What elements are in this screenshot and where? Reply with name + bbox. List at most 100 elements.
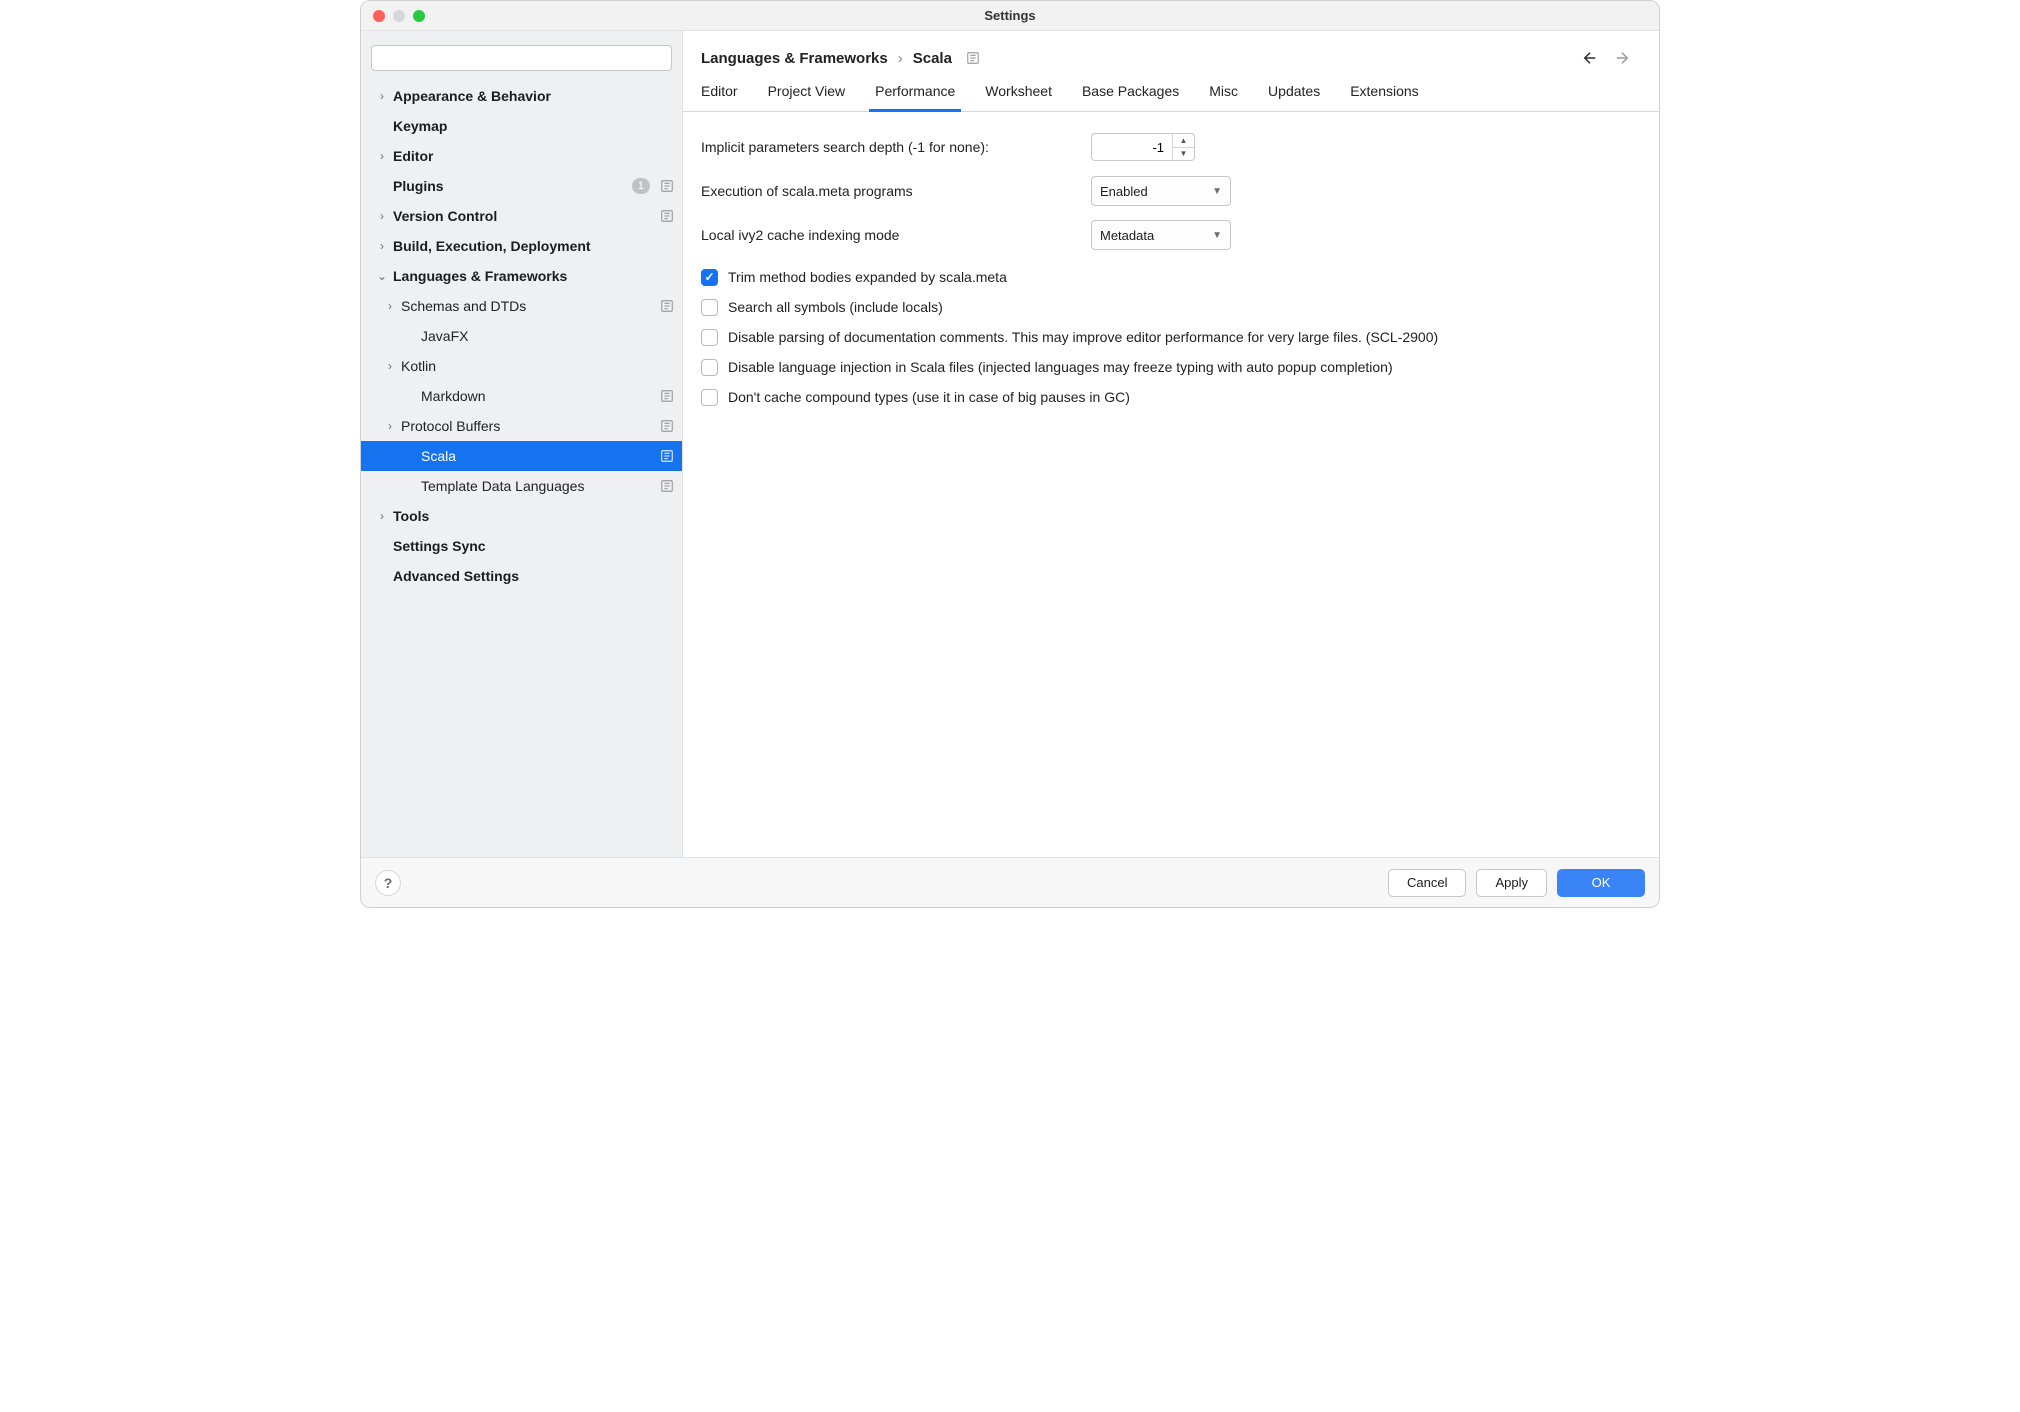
sidebar-item[interactable]: Markdown [361, 381, 682, 411]
sidebar-item-label: Appearance & Behavior [393, 88, 674, 104]
body: ›Appearance & BehaviorKeymap›EditorPlugi… [361, 31, 1659, 857]
scala-meta-exec-select[interactable]: Enabled ▼ [1091, 176, 1231, 206]
tab[interactable]: Misc [1209, 83, 1238, 111]
spinner-up[interactable]: ▲ [1173, 134, 1194, 147]
tree-arrow-icon: › [383, 419, 397, 433]
spinner-stepper: ▲ ▼ [1172, 134, 1194, 160]
tab[interactable]: Base Packages [1082, 83, 1179, 111]
tab[interactable]: Updates [1268, 83, 1320, 111]
search-input[interactable] [371, 45, 672, 71]
checkbox-row: Search all symbols (include locals) [701, 292, 1641, 322]
sidebar-item[interactable]: ›Version Control [361, 201, 682, 231]
tree-arrow-icon: › [383, 359, 397, 373]
sidebar-item[interactable]: › Kotlin [361, 351, 682, 381]
checkbox-row: Disable language injection in Scala file… [701, 352, 1641, 382]
tab[interactable]: Performance [875, 83, 955, 111]
tree-arrow-icon: › [375, 239, 389, 253]
ivy2-mode-select[interactable]: Metadata ▼ [1091, 220, 1231, 250]
sidebar-item[interactable]: Plugins1 [361, 171, 682, 201]
breadcrumb: Languages & Frameworks › Scala [701, 50, 980, 67]
project-scope-icon [660, 179, 674, 193]
sidebar-item[interactable]: Template Data Languages [361, 471, 682, 501]
sidebar-item-label: Protocol Buffers [401, 418, 656, 434]
breadcrumb-current: Scala [913, 50, 952, 67]
checkboxes: Trim method bodies expanded by scala.met… [701, 262, 1641, 412]
tree-arrow-icon: › [383, 299, 397, 313]
window-title: Settings [361, 8, 1659, 23]
tree-arrow-icon: ⌄ [375, 269, 389, 283]
sidebar-item-label: Languages & Frameworks [393, 268, 674, 284]
checkbox[interactable] [701, 299, 718, 316]
sidebar-item-label: Version Control [393, 208, 656, 224]
tab[interactable]: Project View [768, 83, 846, 111]
nav-back-icon[interactable] [1581, 49, 1599, 67]
project-scope-icon [660, 449, 674, 463]
breadcrumb-separator: › [898, 50, 903, 67]
sidebar-tree: ›Appearance & BehaviorKeymap›EditorPlugi… [361, 81, 682, 857]
sidebar-item-label: Kotlin [401, 358, 674, 374]
project-scope-icon [660, 299, 674, 313]
sidebar-item-label: Keymap [393, 118, 674, 134]
checkbox-row: Disable parsing of documentation comment… [701, 322, 1641, 352]
implicit-depth-spinner[interactable]: ▲ ▼ [1091, 133, 1195, 161]
ok-button[interactable]: OK [1557, 869, 1645, 897]
sidebar-item-label: Plugins [393, 178, 632, 194]
sidebar-item[interactable]: › Protocol Buffers [361, 411, 682, 441]
footer: ? Cancel Apply OK [361, 857, 1659, 907]
sidebar-item[interactable]: ›Tools [361, 501, 682, 531]
sidebar-item-label: Settings Sync [393, 538, 674, 554]
checkbox[interactable] [701, 389, 718, 406]
form: Implicit parameters search depth (-1 for… [683, 112, 1659, 430]
sidebar-item[interactable]: JavaFX [361, 321, 682, 351]
project-scope-icon [660, 479, 674, 493]
implicit-depth-input[interactable] [1092, 134, 1172, 160]
checkbox-row: Trim method bodies expanded by scala.met… [701, 262, 1641, 292]
chevron-down-icon: ▼ [1212, 230, 1222, 241]
help-button[interactable]: ? [375, 870, 401, 896]
sidebar-item[interactable]: ›Editor [361, 141, 682, 171]
titlebar: Settings [361, 1, 1659, 31]
checkbox-label: Disable parsing of documentation comment… [728, 329, 1438, 345]
breadcrumb-parent[interactable]: Languages & Frameworks [701, 50, 888, 67]
nav-forward-icon[interactable] [1613, 49, 1631, 67]
sidebar-item[interactable]: Keymap [361, 111, 682, 141]
project-scope-icon [660, 419, 674, 433]
ivy2-mode-label: Local ivy2 cache indexing mode [701, 227, 1091, 243]
tab[interactable]: Worksheet [985, 83, 1052, 111]
checkbox-label: Trim method bodies expanded by scala.met… [728, 269, 1007, 285]
sidebar-item[interactable]: Scala [361, 441, 682, 471]
cancel-button[interactable]: Cancel [1388, 869, 1466, 897]
tree-arrow-icon: › [375, 509, 389, 523]
footer-buttons: Cancel Apply OK [1388, 869, 1645, 897]
checkbox-label: Don't cache compound types (use it in ca… [728, 389, 1130, 405]
apply-button[interactable]: Apply [1476, 869, 1547, 897]
tabs: Editor Project View Performance Worksheet Ba… [683, 67, 1659, 112]
row-implicit-depth: Implicit parameters search depth (-1 for… [701, 130, 1641, 164]
sidebar-item-label: Markdown [421, 388, 656, 404]
search-wrap [361, 39, 682, 81]
tab[interactable]: Extensions [1350, 83, 1418, 111]
sidebar-item[interactable]: › Appearance & Behavior [361, 81, 682, 111]
checkbox[interactable] [701, 269, 718, 286]
sidebar-item[interactable]: Advanced Settings [361, 561, 682, 591]
spinner-down[interactable]: ▼ [1173, 147, 1194, 161]
sidebar-item-label: Schemas and DTDs [401, 298, 656, 314]
header: Languages & Frameworks › Scala [683, 31, 1659, 67]
sidebar-item[interactable]: ⌄ Languages & Frameworks [361, 261, 682, 291]
sidebar-item[interactable]: ›Build, Execution, Deployment [361, 231, 682, 261]
settings-window: Settings ›Appearance & BehaviorKeymap›Ed… [360, 0, 1660, 908]
sidebar-item-label: Advanced Settings [393, 568, 674, 584]
checkbox[interactable] [701, 359, 718, 376]
tree-arrow-icon: › [375, 149, 389, 163]
checkbox-label: Search all symbols (include locals) [728, 299, 943, 315]
sidebar-badge: 1 [632, 178, 650, 194]
sidebar-item[interactable]: Settings Sync [361, 531, 682, 561]
checkbox[interactable] [701, 329, 718, 346]
sidebar-item[interactable]: › Schemas and DTDs [361, 291, 682, 321]
nav-arrows [1581, 49, 1631, 67]
chevron-down-icon: ▼ [1212, 186, 1222, 197]
sidebar: ›Appearance & BehaviorKeymap›EditorPlugi… [361, 31, 683, 857]
scala-meta-exec-value: Enabled [1100, 184, 1148, 199]
tab[interactable]: Editor [701, 83, 738, 111]
tree-arrow-icon: › [375, 89, 389, 103]
